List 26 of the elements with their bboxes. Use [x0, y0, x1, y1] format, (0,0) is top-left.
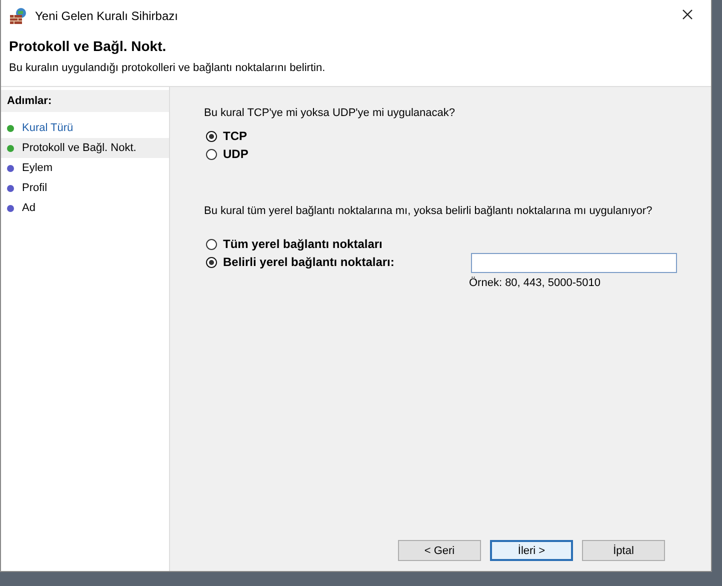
step-item[interactable]: Ad [1, 198, 169, 218]
wizard-button[interactable]: İptal [582, 540, 665, 561]
page-subtitle: Bu kuralın uygulandığı protokolleri ve bağlantı noktalarını belirtin. [9, 62, 326, 74]
wizard-button[interactable]: İleri > [490, 540, 573, 561]
step-item[interactable]: Eylem [1, 158, 169, 178]
wizard-button[interactable]: < Geri [398, 540, 481, 561]
radio-circle[interactable] [206, 238, 217, 250]
radio-circle[interactable] [206, 130, 217, 142]
ports-example: Örnek: 80, 443, 5000-5010 [469, 277, 602, 289]
ports-input-field[interactable] [471, 253, 677, 273]
radio-circle[interactable] [206, 256, 217, 268]
firewall-icon [9, 7, 27, 25]
radio-circle[interactable] [206, 148, 217, 160]
radio-option[interactable]: UDP [206, 145, 248, 163]
steps-heading: Adımlar: [1, 90, 169, 112]
close-icon [682, 9, 693, 20]
page-title: Protokoll ve Bağl. Nokt. [9, 38, 168, 54]
protocol-question: Bu kural TCP'ye mi yoksa UDP'ye mi uygulanacak? [204, 107, 456, 119]
step-item[interactable]: Kural Türü [1, 118, 169, 138]
radio-option[interactable]: TCP [206, 127, 247, 145]
window-title: Yeni Gelen Kuralı Sihirbazı [35, 9, 179, 23]
radio-option[interactable]: Tüm yerel bağlantı noktaları [206, 235, 382, 253]
radio-option[interactable]: Belirli yerel bağlantı noktaları: [206, 253, 394, 271]
step-item[interactable]: Profil [1, 178, 169, 198]
ports-question: Bu kural tüm yerel bağlantı noktalarına mı, yoksa belirli bağlantı noktalarına mı uygulanıyor? [204, 205, 654, 217]
step-item[interactable]: Protokoll ve Bağl. Nokt. [1, 138, 169, 158]
